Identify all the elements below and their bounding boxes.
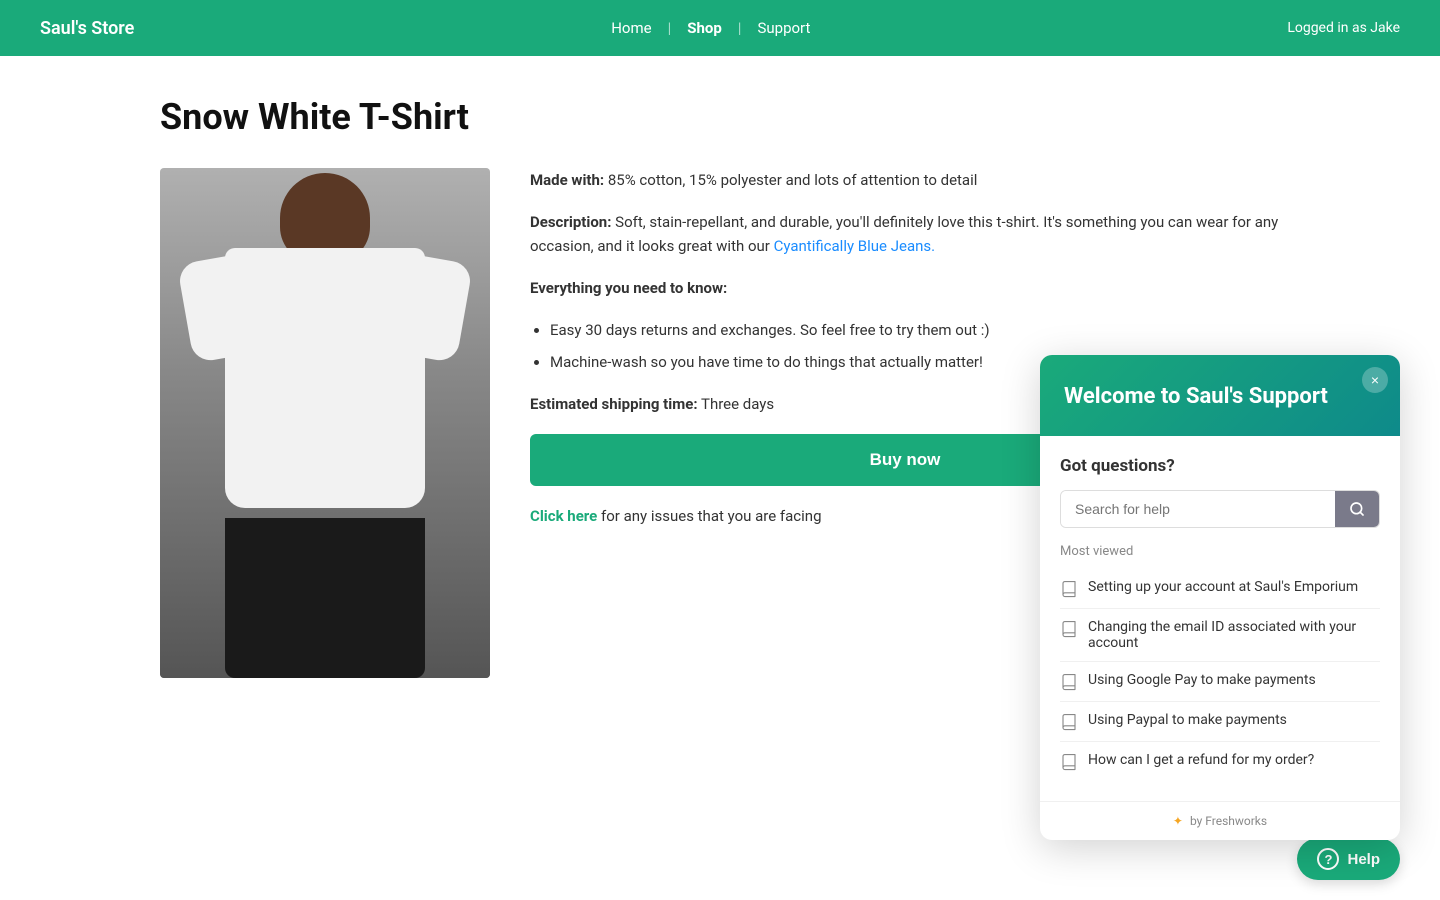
book-icon-4 <box>1060 713 1078 731</box>
search-button[interactable] <box>1335 491 1379 527</box>
description: Description: Soft, stain-repellant, and … <box>530 210 1280 258</box>
tshirt-body <box>225 248 425 508</box>
questions-title: Got questions? <box>1060 456 1380 476</box>
made-with-label: Made with: <box>530 171 604 189</box>
made-with: Made with: 85% cotton, 15% polyester and… <box>530 168 1280 192</box>
widget-title: Welcome to Saul's Support <box>1064 383 1376 412</box>
shipping-value: Three days <box>701 395 774 413</box>
most-viewed-label: Most viewed <box>1060 544 1380 559</box>
widget-header: Welcome to Saul's Support × <box>1040 355 1400 436</box>
navbar: Saul's Store Home | Shop | Support Logge… <box>0 0 1440 56</box>
book-icon-2 <box>1060 620 1078 638</box>
user-status: Logged in as Jake <box>1287 20 1400 36</box>
footer-prefix: by <box>1190 814 1205 828</box>
help-item-4-text: Using Paypal to make payments <box>1088 712 1287 728</box>
made-with-value: 85% cotton, 15% polyester and lots of at… <box>608 171 978 189</box>
product-image <box>160 168 490 678</box>
widget-footer: ✦ by Freshworks <box>1040 801 1400 840</box>
blue-jeans-link[interactable]: Cyantifically Blue Jeans. <box>774 237 936 255</box>
nav-shop[interactable]: Shop <box>671 19 738 37</box>
search-input[interactable] <box>1061 491 1335 527</box>
help-button-label: Help <box>1347 851 1380 868</box>
book-icon-3 <box>1060 673 1078 691</box>
description-label: Description: <box>530 213 611 231</box>
nav-support[interactable]: Support <box>741 19 826 37</box>
support-widget: Welcome to Saul's Support × Got question… <box>1040 355 1400 840</box>
help-item-2[interactable]: Changing the email ID associated with yo… <box>1060 609 1380 662</box>
product-title: Snow White T-Shirt <box>160 96 1280 138</box>
issues-suffix: for any issues that you are facing <box>601 507 822 525</box>
help-item-3[interactable]: Using Google Pay to make payments <box>1060 662 1380 702</box>
help-item-1[interactable]: Setting up your account at Saul's Empori… <box>1060 569 1380 609</box>
everything-label: Everything you need to know: <box>530 276 1280 300</box>
shipping-label: Estimated shipping time: <box>530 395 698 413</box>
model-pants <box>225 518 425 678</box>
widget-close-button[interactable]: × <box>1362 367 1388 393</box>
click-here-link[interactable]: Click here <box>530 507 597 525</box>
help-item-4[interactable]: Using Paypal to make payments <box>1060 702 1380 742</box>
help-item-3-text: Using Google Pay to make payments <box>1088 672 1316 688</box>
book-icon-1 <box>1060 580 1078 598</box>
help-item-5[interactable]: How can I get a refund for my order? <box>1060 742 1380 781</box>
help-item-5-text: How can I get a refund for my order? <box>1088 752 1314 768</box>
footer-brand: Freshworks <box>1205 814 1267 828</box>
help-item-2-text: Changing the email ID associated with yo… <box>1088 619 1380 651</box>
brand-logo: Saul's Store <box>40 18 134 39</box>
widget-body: Got questions? Most viewed Setting up yo… <box>1040 436 1400 801</box>
help-item-1-text: Setting up your account at Saul's Empori… <box>1088 579 1358 595</box>
bullet-1: Easy 30 days returns and exchanges. So f… <box>550 318 1280 342</box>
help-button[interactable]: ? Help <box>1297 838 1400 880</box>
search-icon <box>1349 501 1365 517</box>
nav-links: Home | Shop | Support <box>595 19 826 37</box>
book-icon-5 <box>1060 753 1078 771</box>
help-circle-icon: ? <box>1317 848 1339 870</box>
nav-home[interactable]: Home <box>595 19 667 37</box>
freshworks-star: ✦ <box>1173 814 1183 828</box>
search-row <box>1060 490 1380 528</box>
